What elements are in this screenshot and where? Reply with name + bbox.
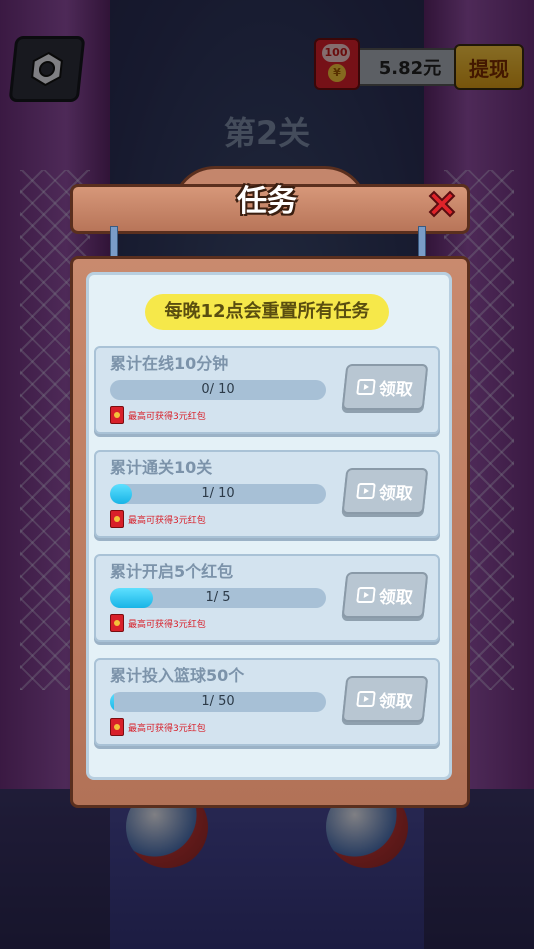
claim-button[interactable]: 领取	[341, 572, 429, 618]
progress-text: 1/ 10	[201, 486, 235, 501]
reward-text: 最高可获得3元红包	[128, 515, 206, 526]
claim-label: 领取	[377, 379, 414, 400]
video-icon	[356, 691, 376, 707]
progress-text: 0/ 10	[201, 382, 235, 397]
claim-button[interactable]: 领取	[341, 676, 429, 722]
close-icon	[428, 190, 456, 218]
claim-button[interactable]: 领取	[341, 364, 429, 410]
progress-text: 1/ 5	[205, 590, 231, 605]
reward-text: 最高可获得3元红包	[128, 411, 206, 422]
claim-label: 领取	[377, 483, 414, 504]
redpack-icon	[110, 614, 124, 632]
progress-bar: 1/ 50	[110, 692, 326, 712]
video-icon	[356, 483, 376, 499]
claim-button[interactable]: 领取	[341, 468, 429, 514]
redpack-icon	[110, 406, 124, 424]
reward-text: 最高可获得3元红包	[128, 619, 206, 630]
reward-text: 最高可获得3元红包	[128, 723, 206, 734]
close-button[interactable]	[422, 184, 462, 224]
claim-label: 领取	[377, 587, 414, 608]
redpack-icon	[110, 510, 124, 528]
video-icon	[356, 587, 376, 603]
task-reward: 最高可获得3元红包	[110, 406, 206, 424]
redpack-icon	[110, 718, 124, 736]
claim-label: 领取	[377, 691, 414, 712]
progress-bar: 1/ 10	[110, 484, 326, 504]
task-reward: 最高可获得3元红包	[110, 510, 206, 528]
progress-bar: 1/ 5	[110, 588, 326, 608]
task-title: 累计开启5个红包	[110, 562, 234, 581]
task-reward: 最高可获得3元红包	[110, 718, 206, 736]
progress-bar: 0/ 10	[110, 380, 326, 400]
task-card: 累计投入篮球50个 1/ 50 最高可获得3元红包 领取	[94, 658, 440, 746]
task-card: 累计开启5个红包 1/ 5 最高可获得3元红包 领取	[94, 554, 440, 642]
video-icon	[356, 379, 376, 395]
task-title: 累计通关10关	[110, 458, 213, 477]
task-title: 累计在线10分钟	[110, 354, 229, 373]
task-card: 累计通关10关 1/ 10 最高可获得3元红包 领取	[94, 450, 440, 538]
task-reward: 最高可获得3元红包	[110, 614, 206, 632]
reset-notice: 每晚12点会重置所有任务	[145, 294, 389, 330]
task-card: 累计在线10分钟 0/ 10 最高可获得3元红包 领取	[94, 346, 440, 434]
progress-text: 1/ 50	[201, 694, 235, 709]
task-title: 累计投入篮球50个	[110, 666, 245, 685]
